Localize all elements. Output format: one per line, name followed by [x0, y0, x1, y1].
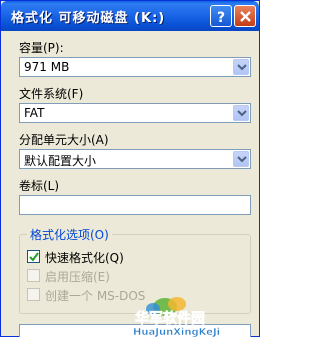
capacity-dropdown-arrow[interactable] — [233, 59, 249, 75]
allocation-value: 默认配置大小 — [24, 154, 97, 168]
allocation-label: 分配单元大小(A) — [19, 133, 109, 147]
format-options-title: 格式化选项(O) — [27, 226, 112, 243]
chevron-down-icon — [237, 64, 247, 71]
chevron-down-icon — [237, 156, 247, 163]
quick-format-label: 快速格式化(Q) — [45, 251, 124, 265]
quick-format-checkbox[interactable] — [27, 250, 40, 263]
volume-label-input[interactable] — [19, 195, 251, 215]
close-button[interactable] — [234, 5, 256, 27]
title-bar[interactable]: 格式化 可移动磁盘 (K:) ? — [1, 1, 259, 31]
filesystem-select[interactable]: FAT — [19, 103, 251, 123]
question-mark-icon: ? — [217, 10, 225, 26]
check-icon — [29, 252, 39, 262]
compression-checkbox[interactable] — [27, 269, 40, 282]
filesystem-value: FAT — [24, 106, 45, 120]
capacity-value: 971 MB — [24, 60, 70, 74]
filesystem-dropdown-arrow[interactable] — [233, 105, 249, 121]
compression-label: 启用压缩(E) — [45, 270, 110, 284]
allocation-dropdown-arrow[interactable] — [233, 151, 249, 167]
format-dialog: 格式化 可移动磁盘 (K:) ? 容量(P): 971 MB 文件系统(F) F… — [0, 0, 260, 337]
chevron-down-icon — [237, 110, 247, 117]
svg-text:华军软件园: 华军软件园 — [135, 310, 205, 327]
site-watermark-logo: 华军软件园 HuaJunXingKeJi — [133, 297, 220, 337]
capacity-label: 容量(P): — [19, 41, 64, 55]
svg-text:?: ? — [217, 10, 225, 26]
help-button[interactable]: ? — [210, 5, 232, 27]
msdos-checkbox[interactable] — [27, 288, 40, 301]
filesystem-label: 文件系统(F) — [19, 87, 84, 101]
capacity-select[interactable]: 971 MB — [19, 57, 251, 77]
window-title: 格式化 可移动磁盘 (K:) — [11, 11, 166, 26]
svg-text:HuaJunXingKeJi: HuaJunXingKeJi — [133, 327, 220, 337]
close-icon — [240, 11, 251, 22]
allocation-select[interactable]: 默认配置大小 — [19, 149, 251, 169]
volume-label-label: 卷标(L) — [19, 179, 60, 193]
